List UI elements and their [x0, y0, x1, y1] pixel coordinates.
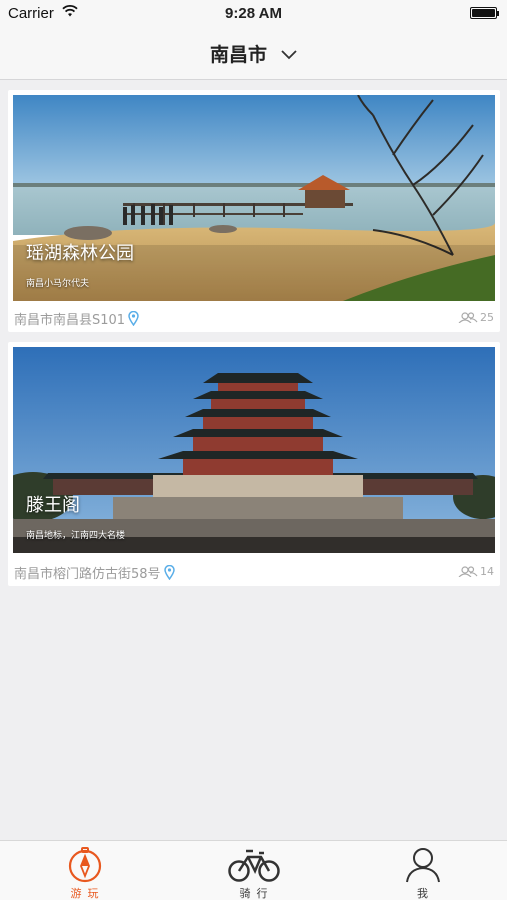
location-pin-icon [163, 565, 175, 580]
tab-label: 我 [417, 887, 434, 900]
tab-label: 游玩 [70, 887, 105, 900]
compass-icon [68, 847, 101, 883]
city-title: 南昌市 [209, 44, 267, 66]
tab-me[interactable]: 我 [338, 841, 507, 900]
spot-card[interactable]: 滕王阁 南昌地标，江南四大名楼 南昌市榕门路仿古街58号 14 [8, 342, 500, 586]
tab-bar: 游玩 骑行 我 [0, 840, 507, 900]
spot-address: 南昌市榕门路仿古街58号 [14, 563, 175, 582]
address-text: 南昌市南昌县S101 [14, 313, 126, 328]
count-value: 25 [480, 311, 494, 324]
spot-title: 滕王阁 [26, 495, 80, 516]
battery-icon [470, 7, 499, 19]
spot-title: 瑶湖森林公园 [26, 243, 134, 264]
pavilion-photo [13, 347, 495, 553]
location-pin-icon [128, 311, 139, 326]
spot-photo: 瑶湖森林公园 南昌小马尔代夫 [13, 95, 495, 301]
chevron-down-icon [281, 49, 297, 59]
lake-photo [13, 95, 495, 301]
status-bar: Carrier 9:28 AM [0, 0, 507, 28]
person-icon [405, 848, 440, 883]
spot-subtitle: 南昌小马尔代夫 [26, 279, 90, 289]
people-icon [458, 566, 478, 577]
card-footer: 南昌市榕门路仿古街58号 14 [8, 556, 500, 586]
visitor-count: 14 [458, 565, 494, 578]
tab-play[interactable]: 游玩 [0, 841, 169, 900]
spot-card[interactable]: 瑶湖森林公园 南昌小马尔代夫 南昌市南昌县S101 25 [8, 90, 500, 332]
people-icon [458, 312, 478, 323]
spot-photo: 滕王阁 南昌地标，江南四大名楼 [13, 347, 495, 553]
address-text: 南昌市榕门路仿古街58号 [14, 567, 161, 582]
tab-ride[interactable]: 骑行 [169, 841, 338, 900]
spot-subtitle: 南昌地标，江南四大名楼 [26, 531, 126, 541]
bicycle-icon [227, 849, 280, 882]
count-value: 14 [480, 565, 494, 578]
city-selector[interactable]: 南昌市 [0, 28, 507, 80]
tab-label: 骑行 [239, 887, 274, 900]
visitor-count: 25 [458, 311, 494, 324]
spot-address: 南昌市南昌县S101 [14, 309, 139, 328]
card-footer: 南昌市南昌县S101 25 [8, 302, 500, 332]
clock: 9:28 AM [225, 5, 282, 22]
